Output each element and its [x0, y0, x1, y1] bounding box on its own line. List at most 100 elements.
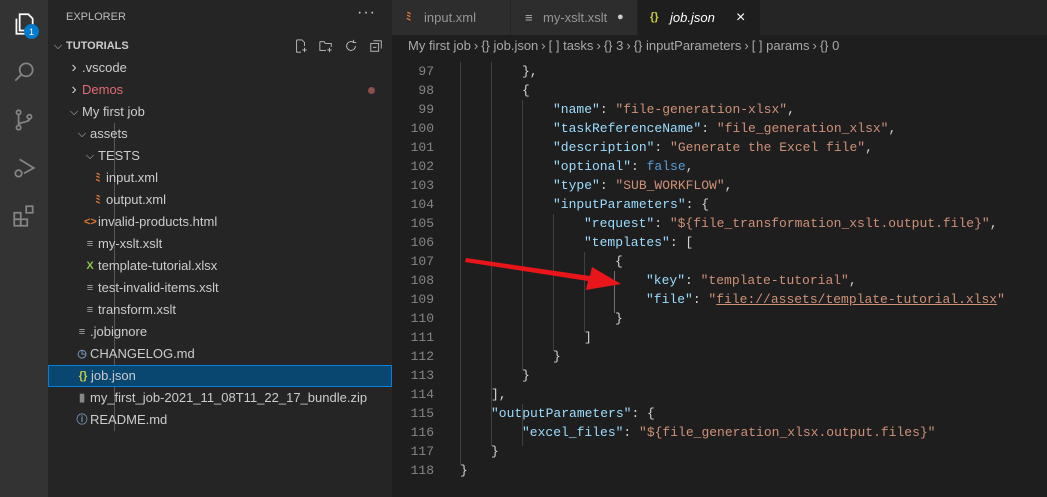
- tree-file[interactable]: ▮ my_first_job-2021_11_08T11_22_17_bundle…: [48, 387, 392, 409]
- breadcrumb-separator-icon: ›: [812, 38, 817, 53]
- code-line[interactable]: ],: [491, 385, 507, 404]
- tree-file[interactable]: ≡ test-invalid-items.xslt: [48, 277, 392, 299]
- tree-folder[interactable]: › Demos: [48, 79, 392, 101]
- code-line[interactable]: "excel_files": "${file_generation_xlsx.o…: [522, 423, 935, 442]
- tree-file[interactable]: {} job.json: [48, 365, 392, 387]
- more-actions-icon[interactable]: ···: [357, 4, 376, 22]
- code-line[interactable]: "type": "SUB_WORKFLOW",: [553, 176, 732, 195]
- rss-icon: ﾐ: [406, 11, 412, 23]
- collapse-all-icon[interactable]: [368, 35, 384, 57]
- line-number: 105: [410, 216, 434, 231]
- tree-file[interactable]: ≡ my-xslt.xslt: [48, 233, 392, 255]
- extensions-icon[interactable]: [0, 192, 48, 240]
- tree-file[interactable]: ﾐ input.xml: [48, 167, 392, 189]
- tree-folder[interactable]: › .vscode: [48, 57, 392, 79]
- close-icon[interactable]: ×: [736, 0, 745, 35]
- code-line[interactable]: {: [615, 252, 623, 271]
- code-editor[interactable]: 97}, 98 {99 "name": "file-generation-xlsx",…: [392, 57, 1047, 497]
- tree-file[interactable]: ◷ CHANGELOG.md: [48, 343, 392, 365]
- new-folder-icon[interactable]: [318, 35, 334, 57]
- breadcrumb-item[interactable]: {} 0: [820, 38, 840, 53]
- code-line[interactable]: },: [522, 62, 538, 81]
- breadcrumb-separator-icon: ›: [596, 38, 601, 53]
- rss-icon: ﾐ: [95, 194, 101, 206]
- tree-folder[interactable]: ⌵ My first job: [48, 101, 392, 123]
- lines-icon: ≡: [86, 282, 94, 294]
- breadcrumb-item[interactable]: [ ] tasks: [549, 38, 594, 53]
- code-line[interactable]: "optional": false,: [553, 157, 693, 176]
- explorer-badge: 1: [24, 24, 39, 39]
- tree-item-label: .jobignore: [90, 324, 148, 339]
- breadcrumb-item[interactable]: {} job.json: [481, 38, 538, 53]
- code-line[interactable]: }: [522, 366, 530, 385]
- code-token: "outputParameters": [491, 406, 632, 421]
- tree-item-label: README.md: [90, 412, 168, 427]
- tree-file[interactable]: <> invalid-products.html: [48, 211, 392, 233]
- code-token: "Generate the Excel file": [670, 140, 866, 155]
- lines-icon: ≡: [78, 326, 86, 338]
- code-line[interactable]: "description": "Generate the Excel file"…: [553, 138, 873, 157]
- code-line[interactable]: "request": "${file_transformation_xslt.o…: [584, 214, 998, 233]
- zip-icon: ▮: [78, 392, 86, 404]
- line-number: 104: [410, 197, 434, 212]
- breadcrumb-item[interactable]: [ ] params: [752, 38, 810, 53]
- tree-item-label: my_first_job-2021_11_08T11_22_17_bundle.…: [90, 390, 368, 405]
- source-control-icon[interactable]: [0, 96, 48, 144]
- line-number: 107: [410, 254, 434, 269]
- code-token: },: [522, 64, 538, 79]
- section-header-tutorials[interactable]: ⌵ TUTORIALS: [48, 35, 392, 57]
- breadcrumb-item[interactable]: My first job: [408, 38, 471, 53]
- code-line[interactable]: }: [553, 347, 561, 366]
- tree-item-label: job.json: [91, 368, 136, 383]
- code-token: ,: [888, 121, 897, 136]
- rss-icon: ﾐ: [95, 172, 101, 184]
- tree-folder[interactable]: ⌵ assets: [48, 123, 392, 145]
- code-token: "file_generation_xlsx": [716, 121, 889, 136]
- run-debug-icon[interactable]: [0, 144, 48, 192]
- line-number: 99: [418, 102, 434, 117]
- code-line[interactable]: ]: [584, 328, 592, 347]
- tree-file[interactable]: Xtemplate-tutorial.xlsx: [48, 255, 392, 277]
- code-line[interactable]: "key": "template-tutorial",: [646, 271, 857, 290]
- code-line[interactable]: "inputParameters": {: [553, 195, 709, 214]
- tree-item-label: CHANGELOG.md: [90, 346, 195, 361]
- code-line[interactable]: "outputParameters": {: [491, 404, 655, 423]
- search-icon[interactable]: [0, 48, 48, 96]
- code-line[interactable]: {: [522, 81, 530, 100]
- code-token: :: [631, 159, 647, 174]
- code-token: :: [692, 292, 709, 307]
- tab-job-json[interactable]: {} job.json ×: [638, 0, 760, 35]
- section-title: TUTORIALS: [66, 40, 129, 52]
- tree-file[interactable]: ≡ .jobignore: [48, 321, 392, 343]
- tab-input-xml[interactable]: ﾐ input.xml: [392, 0, 510, 35]
- new-file-icon[interactable]: [293, 35, 309, 57]
- breadcrumb-item[interactable]: {} inputParameters: [634, 38, 742, 53]
- explorer-icon[interactable]: 1: [0, 0, 48, 48]
- tree-item-label: output.xml: [106, 192, 166, 207]
- tab-my-xslt[interactable]: ≡ my-xslt.xslt ●: [511, 0, 637, 35]
- tree-file[interactable]: ﾐ output.xml: [48, 189, 392, 211]
- tree-file[interactable]: ⓘ README.md: [48, 409, 392, 431]
- refresh-icon[interactable]: [343, 35, 359, 57]
- code-token: "file-generation-xlsx": [615, 102, 788, 117]
- tree-file[interactable]: ≡ transform.xslt: [48, 299, 392, 321]
- code-line[interactable]: }: [460, 461, 468, 480]
- code-line[interactable]: "templates": [: [584, 233, 693, 252]
- unsaved-dot-icon[interactable]: ●: [617, 0, 624, 35]
- indent-guide-active: [614, 271, 615, 313]
- line-number: 101: [410, 140, 434, 155]
- code-line[interactable]: "file": "file://assets/template-tutorial…: [646, 290, 1005, 309]
- line-number: 111: [410, 330, 434, 345]
- code-token[interactable]: file://assets/template-tutorial.xlsx: [716, 292, 997, 307]
- line-number: 106: [410, 235, 434, 250]
- breadcrumb-item[interactable]: {} 3: [604, 38, 624, 53]
- code-line[interactable]: }: [491, 442, 499, 461]
- code-token: :: [623, 425, 640, 440]
- breadcrumb: My first job ›{} job.json ›[ ] tasks ›{} 3 ›…: [392, 35, 1047, 57]
- code-token: "inputParameters": [553, 197, 686, 212]
- code-line[interactable]: "taskReferenceName": "file_generation_xl…: [553, 119, 896, 138]
- code-line[interactable]: "name": "file-generation-xlsx",: [553, 100, 795, 119]
- tree-folder[interactable]: ⌵ TESTS: [48, 145, 392, 167]
- code-line[interactable]: }: [615, 309, 623, 328]
- chevron-down-icon: ⌵: [85, 150, 95, 162]
